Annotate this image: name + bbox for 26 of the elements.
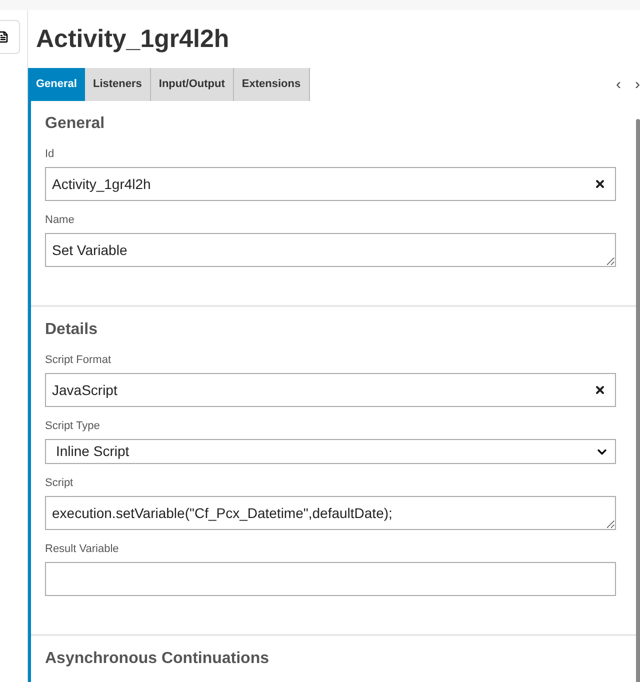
field-label: Script Type bbox=[45, 419, 101, 433]
previous-tab-button[interactable]: ‹ bbox=[616, 76, 621, 92]
field-label: Result Variable bbox=[45, 542, 120, 556]
select-field[interactable]: Inline Script bbox=[45, 439, 616, 464]
text-area[interactable]: Set Variable bbox=[45, 233, 616, 267]
section-heading: Asynchronous Continuations bbox=[45, 650, 270, 668]
field-label: Script bbox=[45, 476, 74, 490]
input-field[interactable]: Activity_1gr4l2h bbox=[45, 167, 616, 201]
input-field[interactable] bbox=[45, 562, 616, 596]
input-field[interactable]: JavaScript bbox=[45, 373, 616, 407]
clear-icon[interactable] bbox=[594, 178, 606, 190]
text-area[interactable]: execution.setVariable("Cf_Pcx_Datetime",defaultDate); bbox=[45, 496, 616, 530]
scrollbar[interactable] bbox=[636, 119, 640, 682]
field-label: Id bbox=[45, 147, 56, 161]
element-title: Activity_1gr4l2h bbox=[35, 24, 230, 55]
next-tab-button[interactable]: › bbox=[635, 76, 640, 92]
section-heading: Details bbox=[45, 321, 98, 339]
document-icon bbox=[0, 31, 9, 43]
tab[interactable]: Input/Output bbox=[150, 68, 234, 101]
tab[interactable]: Extensions bbox=[234, 68, 310, 101]
field-label: Script Format bbox=[45, 353, 112, 367]
field-label: Name bbox=[45, 213, 76, 227]
section-heading: General bbox=[45, 115, 106, 133]
tab[interactable]: General bbox=[28, 68, 85, 101]
tab[interactable]: Listeners bbox=[84, 68, 151, 101]
clear-icon[interactable] bbox=[594, 384, 606, 396]
